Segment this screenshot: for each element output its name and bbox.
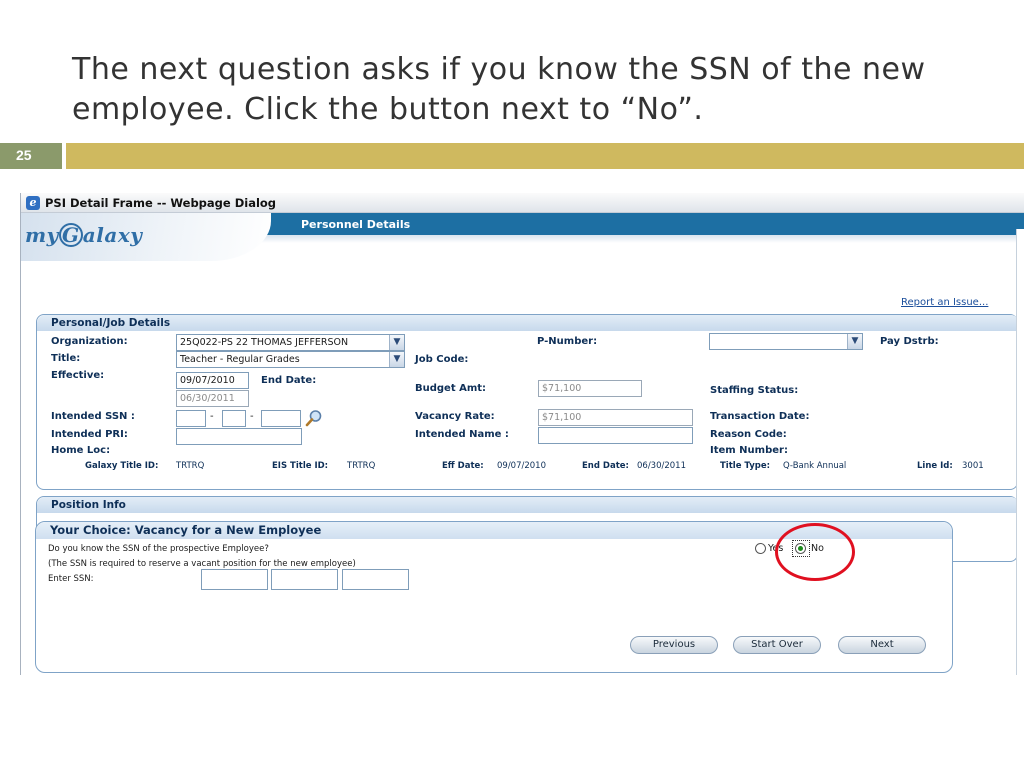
effective-label: Effective: xyxy=(51,370,105,381)
intended-ssn-label: Intended SSN : xyxy=(51,411,135,422)
summary-end-date-label: End Date: xyxy=(582,461,629,471)
enter-ssn-part-2[interactable] xyxy=(271,569,338,590)
p-number-select[interactable]: ▼ xyxy=(709,333,863,350)
item-number-label: Item Number: xyxy=(710,445,788,456)
slide-number: 25 xyxy=(0,143,62,169)
budget-amt-field: $71,100 xyxy=(538,380,642,397)
dialog-right-edge xyxy=(1016,229,1024,675)
slide-accent-bar xyxy=(66,143,1024,169)
title-type-label: Title Type: xyxy=(720,461,770,471)
panel-heading: Personal/Job Details xyxy=(37,315,1019,331)
galaxy-title-id-value: TRTRQ xyxy=(176,461,205,471)
personal-job-details-panel: Personal/Job Details Organization: 25Q02… xyxy=(36,314,1019,490)
pay-dstrb-label: Pay Dstrb: xyxy=(880,336,939,347)
staffing-status-label: Staffing Status: xyxy=(710,385,799,396)
galaxy-title-id-label: Galaxy Title ID: xyxy=(85,461,159,471)
eff-date-label: Eff Date: xyxy=(442,461,484,471)
effective-date-field[interactable]: 09/07/2010 xyxy=(176,372,249,389)
p-number-label: P-Number: xyxy=(537,336,598,347)
page-title: Personnel Details xyxy=(301,218,411,231)
ie-icon: e xyxy=(26,196,40,210)
search-icon[interactable] xyxy=(305,409,323,427)
intended-name-field[interactable] xyxy=(538,427,693,444)
slide-title: The next question asks if you know the S… xyxy=(72,52,926,127)
yes-radio[interactable] xyxy=(755,543,766,554)
budget-amt-label: Budget Amt: xyxy=(415,383,487,394)
banner-shadow xyxy=(239,235,1024,243)
organization-select[interactable]: 25Q022-PS 22 THOMAS JEFFERSON ▼ xyxy=(176,334,405,351)
title-type-value: Q-Bank Annual xyxy=(783,461,847,471)
organization-label: Organization: xyxy=(51,336,128,347)
end-date-field: 06/30/2011 xyxy=(176,390,249,407)
report-issue-link[interactable]: Report an Issue... xyxy=(901,297,988,308)
chevron-down-icon: ▼ xyxy=(389,352,404,367)
summary-end-date-value: 06/30/2011 xyxy=(637,461,686,471)
enter-ssn-part-3[interactable] xyxy=(342,569,409,590)
ssn-part-2-field[interactable] xyxy=(222,410,246,427)
next-button[interactable]: Next xyxy=(838,636,926,654)
line-id-value: 3001 xyxy=(962,461,984,471)
panel-heading: Position Info xyxy=(37,497,1019,513)
vacancy-rate-field: $71,100 xyxy=(538,409,693,426)
mygalaxy-logo: my Galaxy xyxy=(25,223,143,247)
previous-button[interactable]: Previous xyxy=(630,636,718,654)
vacancy-rate-label: Vacancy Rate: xyxy=(415,411,495,422)
end-date-label: End Date: xyxy=(261,375,317,386)
ssn-part-3-field[interactable] xyxy=(261,410,301,427)
ssn-part-1-field[interactable] xyxy=(176,410,206,427)
reason-code-label: Reason Code: xyxy=(710,429,787,440)
home-loc-label: Home Loc: xyxy=(51,445,111,456)
title-select[interactable]: Teacher - Regular Grades ▼ xyxy=(176,351,405,368)
highlight-circle xyxy=(775,523,855,581)
intended-pri-label: Intended PRI: xyxy=(51,429,128,440)
start-over-button[interactable]: Start Over xyxy=(733,636,821,654)
ssn-question: Do you know the SSN of the prospective E… xyxy=(48,544,269,554)
ssn-dash: - xyxy=(210,411,214,422)
title-label: Title: xyxy=(51,353,81,364)
eis-title-id-label: EIS Title ID: xyxy=(272,461,329,471)
dialog-titlebar[interactable]: e PSI Detail Frame -- Webpage Dialog xyxy=(21,193,1024,213)
dialog-title: PSI Detail Frame -- Webpage Dialog xyxy=(45,196,277,210)
line-id-label: Line Id: xyxy=(917,461,953,471)
job-code-label: Job Code: xyxy=(415,354,469,365)
chevron-down-icon: ▼ xyxy=(389,335,404,350)
ssn-note: (The SSN is required to reserve a vacant… xyxy=(48,559,356,569)
enter-ssn-part-1[interactable] xyxy=(201,569,268,590)
intended-pri-field[interactable] xyxy=(176,428,302,445)
enter-ssn-label: Enter SSN: xyxy=(48,574,94,584)
intended-name-label: Intended Name : xyxy=(415,429,509,440)
eff-date-value: 09/07/2010 xyxy=(497,461,546,471)
transaction-date-label: Transaction Date: xyxy=(710,411,810,422)
ssn-dash: - xyxy=(250,411,254,422)
eis-title-id-value: TRTRQ xyxy=(347,461,376,471)
chevron-down-icon: ▼ xyxy=(847,334,862,349)
